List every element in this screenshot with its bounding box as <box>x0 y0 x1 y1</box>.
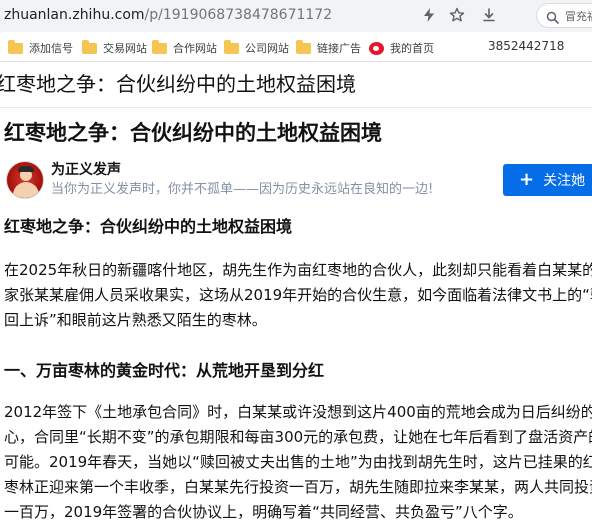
bookmark-weibo[interactable]: 我的首页 <box>369 39 434 57</box>
weibo-icon <box>369 41 384 55</box>
bookmark-folder[interactable]: 添加信号 <box>8 39 73 57</box>
search-icon <box>546 9 559 28</box>
section-paragraph: 2012年签下《土地承包合同》时，白某某或许没想到这片400亩的荒地会成为日后纠… <box>4 400 592 524</box>
paragraph-line: 心，合同里“长期不变”的承包期限和每亩300元的承包费，让她在七年后看到了盘活资… <box>4 428 592 446</box>
star-icon[interactable] <box>446 4 468 26</box>
folder-icon <box>82 39 97 54</box>
search-placeholder: 冒充福 <box>565 10 592 23</box>
author-name[interactable]: 为正义发声 <box>51 161 121 179</box>
paragraph-line: 枣林正迎来第一个丰收季，白某某先行投资一百万，胡先生随即拉来李某某，两人共同投资 <box>4 478 592 496</box>
paragraph-line: 家张某某雇佣人员采收果实，这场从2019年开始的合伙生意，如今面临着法律文书上的… <box>4 286 592 304</box>
paragraph-line: 可能。2019年春天，当她以“赎回被丈夫出售的土地”为由找到胡先生时，这片已挂果… <box>4 453 592 471</box>
bookmark-folder[interactable]: 合作网站 <box>152 39 217 57</box>
bookmark-label: 添加信号 <box>29 42 73 55</box>
paragraph-line: 2012年签下《土地承包合同》时，白某某或许没想到这片400亩的荒地会成为日后纠… <box>4 403 592 421</box>
paragraph-line: 一百万，2019年签署的合伙协议上，明确写着“共同经营、共负盈亏”八个字。 <box>4 503 523 521</box>
author-bio: 当你为正义发声时，你并不孤单——因为历史永远站在良知的一边! <box>51 182 434 197</box>
section-heading: 一、万亩枣林的黄金时代：从荒地开垦到分红 <box>4 361 325 380</box>
browser-toolbar: zhuanlan.zhihu.com/p/1919068738478671172… <box>0 0 592 32</box>
article-title: 红枣地之争：合伙纠纷中的土地权益困境 <box>4 121 382 145</box>
avatar[interactable] <box>6 161 44 199</box>
url-path: /p/1919068738478671172 <box>144 7 333 23</box>
phone-number: 3852442718 <box>488 39 565 53</box>
lightning-icon[interactable] <box>418 4 440 26</box>
bookmark-folder[interactable]: 交易网站 <box>82 39 147 57</box>
paragraph-line: 在2025年秋日的新疆喀什地区，胡先生作为亩红枣地的合伙人，此刻却只能看着白某某… <box>4 261 592 279</box>
follow-button[interactable]: + 关注她 <box>503 164 592 196</box>
folder-icon <box>152 39 167 54</box>
bookmark-label: 交易网站 <box>103 42 147 55</box>
paragraph-line: 回上诉”和眼前这片熟悉又陌生的枣林。 <box>4 311 267 329</box>
folder-icon <box>296 39 311 54</box>
follow-label: 关注她 <box>543 173 586 189</box>
download-icon[interactable] <box>478 4 500 26</box>
page-header: 红枣地之争：合伙纠纷中的土地权益困境 <box>0 62 592 108</box>
folder-icon <box>8 39 23 54</box>
bookmark-folder[interactable]: 公司网站 <box>224 39 289 57</box>
url-host: zhuanlan.zhihu.com <box>4 7 145 23</box>
bookmark-label: 公司网站 <box>245 42 289 55</box>
bookmark-label: 合作网站 <box>173 42 217 55</box>
plus-icon: + <box>519 169 535 190</box>
search-box[interactable]: 冒充福 <box>536 3 592 28</box>
folder-icon <box>224 39 239 54</box>
address-bar[interactable]: zhuanlan.zhihu.com/p/1919068738478671172 <box>4 6 332 24</box>
bookmark-folder[interactable]: 链接广告 <box>296 39 361 57</box>
bookmarks-bar: 添加信号 交易网站 合作网站 公司网站 链接广告 我的首页 3852442718 <box>0 32 592 62</box>
page-header-title: 红枣地之争：合伙纠纷中的土地权益困境 <box>0 72 356 96</box>
intro-paragraph: 在2025年秋日的新疆喀什地区，胡先生作为亩红枣地的合伙人，此刻却只能看着白某某… <box>4 258 592 333</box>
bookmark-label: 我的首页 <box>390 42 434 55</box>
author-card: 为正义发声 当你为正义发声时，你并不孤单——因为历史永远站在良知的一边! + 关… <box>6 161 592 201</box>
bookmark-label: 链接广告 <box>317 42 361 55</box>
article-subtitle: 红枣地之争：合伙纠纷中的土地权益困境 <box>4 217 293 236</box>
